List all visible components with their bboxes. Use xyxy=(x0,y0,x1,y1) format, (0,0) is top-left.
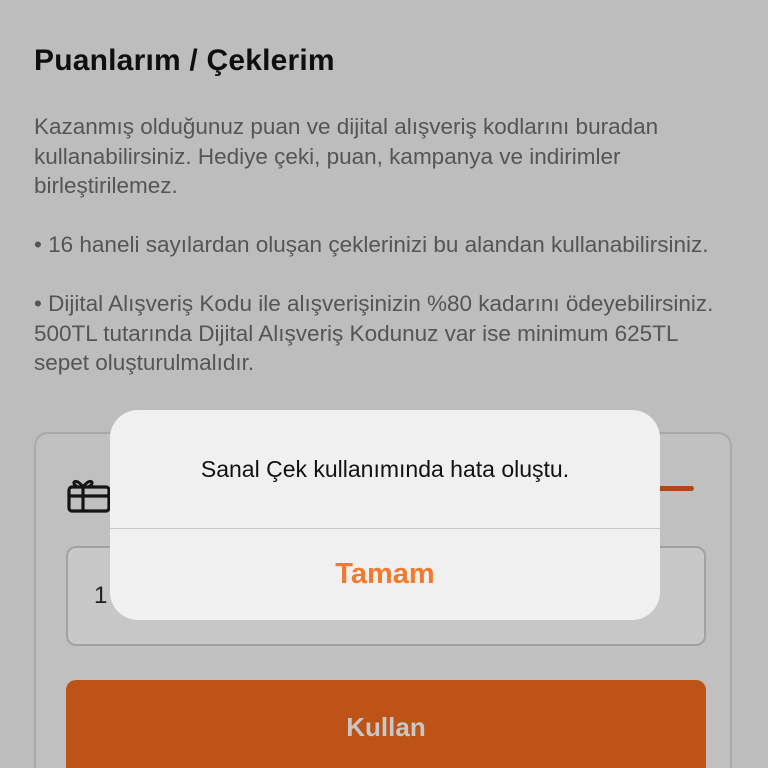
error-alert-dialog: Sanal Çek kullanımında hata oluştu. Tama… xyxy=(110,410,660,620)
alert-message: Sanal Çek kullanımında hata oluştu. xyxy=(200,455,570,482)
alert-ok-button[interactable]: Tamam xyxy=(110,529,660,620)
modal-backdrop xyxy=(0,0,768,768)
